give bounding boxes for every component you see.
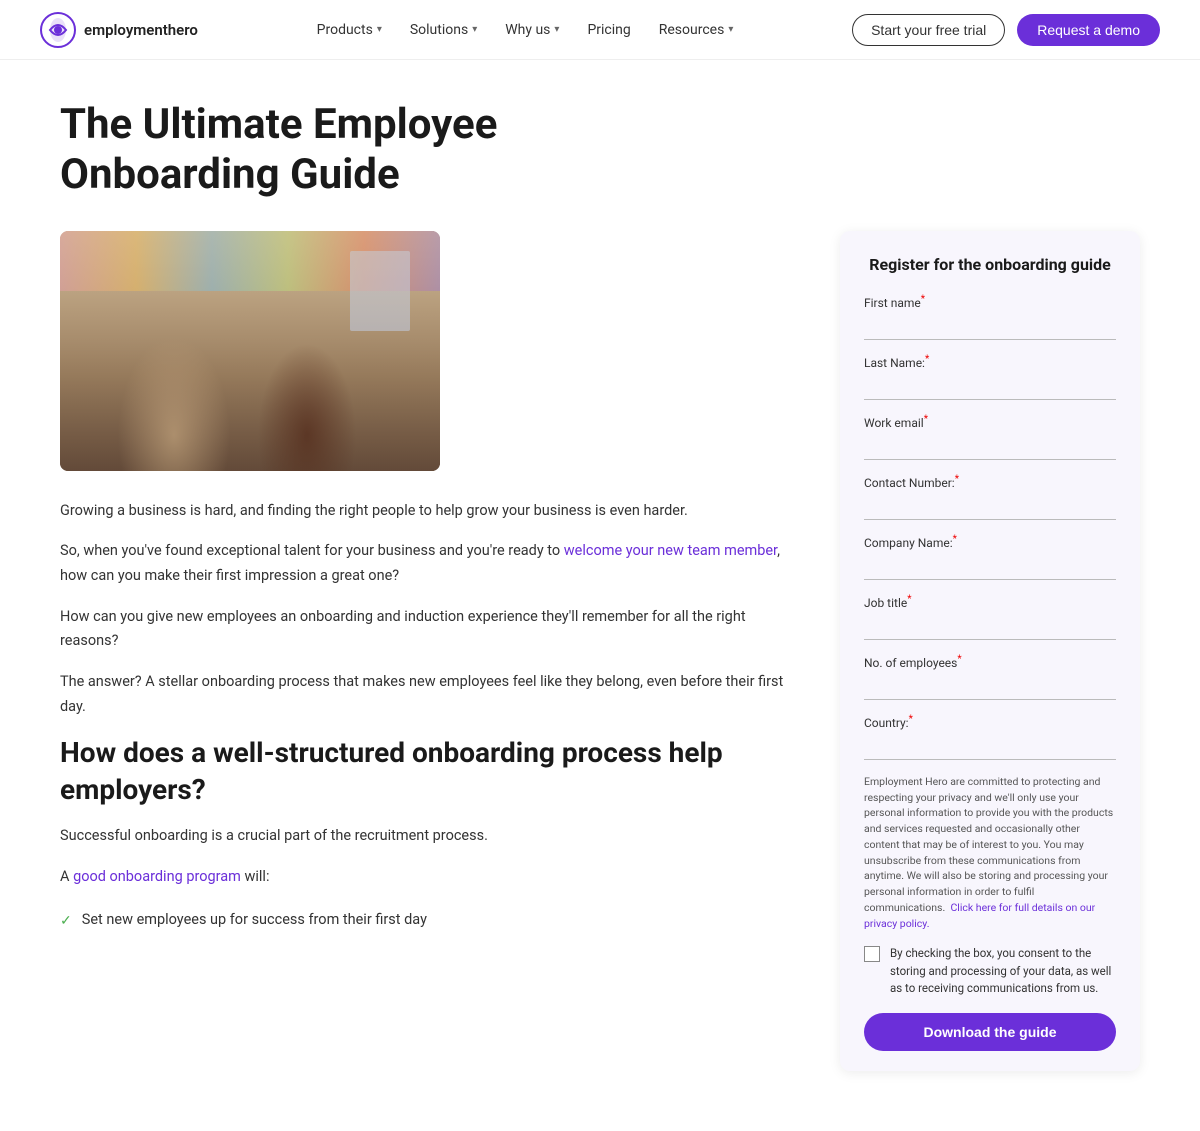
request-demo-button[interactable]: Request a demo (1017, 14, 1160, 46)
field-label-num-employees: No. of employees* (864, 654, 1116, 670)
field-work-email: Work email* (864, 414, 1116, 460)
field-label-last-name: Last Name:* (864, 354, 1116, 370)
logo-text: employmenthero (84, 21, 198, 39)
field-last-name: Last Name:* (864, 354, 1116, 400)
field-label-first-name: First name* (864, 294, 1116, 310)
article-column: Growing a business is hard, and finding … (60, 231, 800, 936)
navbar: employmenthero Products ▾ Solutions ▾ Wh… (0, 0, 1200, 60)
nav-products[interactable]: Products ▾ (317, 22, 382, 38)
nav-solutions[interactable]: Solutions ▾ (410, 22, 477, 38)
logo[interactable]: employmenthero (40, 12, 198, 48)
article-para-5: Successful onboarding is a crucial part … (60, 824, 800, 849)
consent-label: By checking the box, you consent to the … (890, 945, 1116, 997)
job-title-input[interactable] (864, 614, 1116, 640)
form-column: Register for the onboarding guide First … (840, 231, 1140, 1071)
page-title: The Ultimate Employee Onboarding Guide (60, 100, 720, 201)
chevron-down-icon: ▾ (728, 24, 733, 35)
field-label-contact-number: Contact Number:* (864, 474, 1116, 490)
last-name-input[interactable] (864, 374, 1116, 400)
country-input[interactable] (864, 734, 1116, 760)
field-label-work-email: Work email* (864, 414, 1116, 430)
field-label-country: Country:* (864, 714, 1116, 730)
field-country: Country:* (864, 714, 1116, 760)
nav-why-us[interactable]: Why us ▾ (505, 22, 559, 38)
nav-pricing[interactable]: Pricing (587, 22, 630, 38)
chevron-down-icon: ▾ (472, 24, 477, 35)
start-trial-button[interactable]: Start your free trial (852, 14, 1005, 46)
field-first-name: First name* (864, 294, 1116, 340)
checklist: ✓ Set new employees up for success from … (60, 905, 800, 935)
first-name-input[interactable] (864, 314, 1116, 340)
welcome-team-member-link[interactable]: welcome your new team member (564, 542, 777, 559)
hero-image-overlay (60, 231, 440, 471)
work-email-input[interactable] (864, 434, 1116, 460)
article-body: Growing a business is hard, and finding … (60, 499, 800, 936)
consent-checkbox[interactable] (864, 946, 880, 962)
chevron-down-icon: ▾ (554, 24, 559, 35)
consent-row: By checking the box, you consent to the … (864, 945, 1116, 997)
field-label-job-title: Job title* (864, 594, 1116, 610)
field-contact-number: Contact Number:* (864, 474, 1116, 520)
section-heading: How does a well-structured onboarding pr… (60, 735, 800, 808)
article-para-3: How can you give new employees an onboar… (60, 605, 800, 654)
list-item: ✓ Set new employees up for success from … (60, 905, 800, 935)
logo-icon (40, 12, 76, 48)
nav-actions: Start your free trial Request a demo (852, 14, 1160, 46)
article-para-6: A good onboarding program will: (60, 865, 800, 890)
company-name-input[interactable] (864, 554, 1116, 580)
form-title: Register for the onboarding guide (864, 255, 1116, 274)
article-para-2: So, when you've found exceptional talent… (60, 539, 800, 588)
form-card: Register for the onboarding guide First … (840, 231, 1140, 1071)
page-wrapper: The Ultimate Employee Onboarding Guide G… (40, 60, 1160, 1131)
article-para-4: The answer? A stellar onboarding process… (60, 670, 800, 719)
content-row: Growing a business is hard, and finding … (60, 231, 1140, 1071)
num-employees-input[interactable] (864, 674, 1116, 700)
good-onboarding-link[interactable]: good onboarding program (73, 868, 241, 885)
check-icon: ✓ (60, 910, 72, 932)
download-guide-button[interactable]: Download the guide (864, 1013, 1116, 1051)
field-label-company-name: Company Name:* (864, 534, 1116, 550)
article-para-1: Growing a business is hard, and finding … (60, 499, 800, 524)
chevron-down-icon: ▾ (377, 24, 382, 35)
nav-links: Products ▾ Solutions ▾ Why us ▾ Pricing … (317, 22, 734, 38)
field-num-employees: No. of employees* (864, 654, 1116, 700)
hero-image (60, 231, 440, 471)
field-company-name: Company Name:* (864, 534, 1116, 580)
field-job-title: Job title* (864, 594, 1116, 640)
privacy-text: Employment Hero are committed to protect… (864, 774, 1116, 932)
nav-resources[interactable]: Resources ▾ (659, 22, 734, 38)
contact-number-input[interactable] (864, 494, 1116, 520)
